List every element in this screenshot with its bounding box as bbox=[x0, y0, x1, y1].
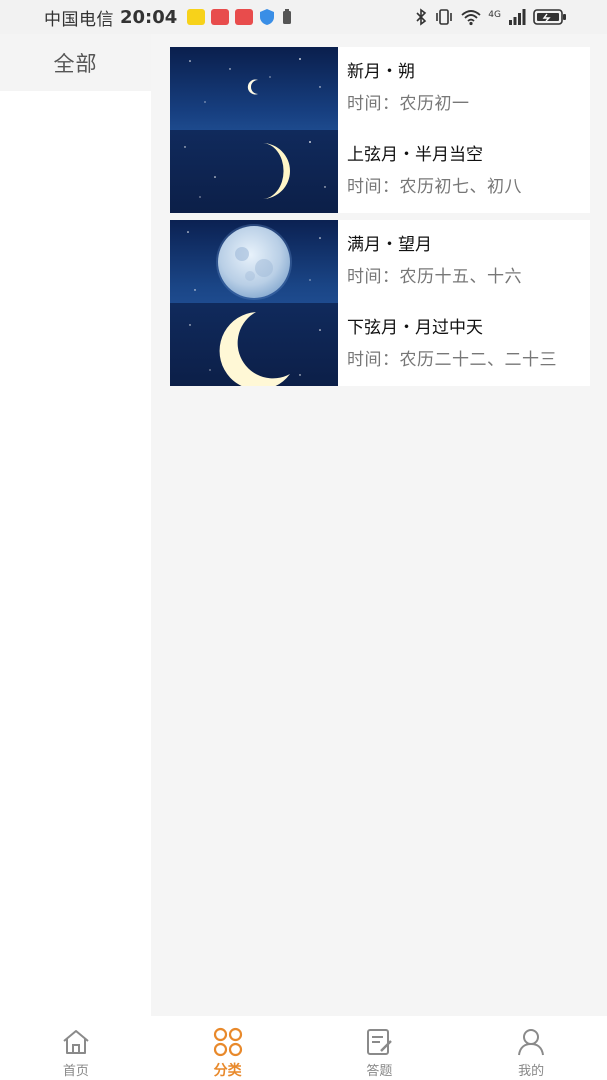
moon-phase-time: 时间：农历二十二、二十三 bbox=[347, 350, 557, 370]
clock: 20:04 bbox=[120, 6, 178, 28]
moon-phase-title: 新月・朔 bbox=[347, 62, 415, 82]
network-type-label: 4G bbox=[488, 10, 501, 20]
battery-saver-icon bbox=[283, 9, 292, 24]
wifi-icon bbox=[461, 10, 481, 26]
moon-phase-entry[interactable]: 新月・朔 时间：农历初一 bbox=[347, 47, 590, 130]
moon-phase-card[interactable]: 满月・望月 时间：农历十五、十六 下弦月・月过中天 时间：农历二十二、二十三 bbox=[170, 220, 590, 386]
status-bar-right: 4G bbox=[415, 8, 567, 26]
moon-phase-title: 上弦月・半月当空 bbox=[347, 145, 483, 165]
quiz-icon bbox=[367, 1029, 393, 1055]
moon-phase-time: 时间：农历初一 bbox=[347, 94, 470, 114]
tab-profile[interactable]: 我的 bbox=[455, 1016, 607, 1080]
bluetooth-icon bbox=[416, 8, 427, 26]
category-sidebar: 全部 bbox=[0, 34, 151, 1016]
moon-phase-image bbox=[170, 220, 338, 386]
carrier-label: 中国电信 bbox=[44, 9, 114, 30]
content-area: 新月・朔 时间：农历初一 上弦月・半月当空 时间：农历初七、初八 满月・望月 时… bbox=[151, 34, 607, 1016]
sidebar-item-label: 全部 bbox=[53, 51, 98, 76]
moon-phase-title: 下弦月・月过中天 bbox=[347, 318, 483, 338]
status-bar-left: 中国电信 20:04 bbox=[44, 5, 293, 30]
sidebar-item-all[interactable]: 全部 bbox=[0, 34, 151, 91]
moon-phase-time: 时间：农历初七、初八 bbox=[347, 177, 522, 197]
card-texts: 满月・望月 时间：农历十五、十六 下弦月・月过中天 时间：农历二十二、二十三 bbox=[338, 220, 590, 386]
tab-quiz[interactable]: 答题 bbox=[304, 1016, 456, 1080]
card-texts: 新月・朔 时间：农历初一 上弦月・半月当空 时间：农历初七、初八 bbox=[338, 47, 590, 213]
moon-phase-image bbox=[170, 47, 338, 213]
bottom-tab-bar: 首页 分类 答题 我的 bbox=[0, 1016, 607, 1080]
moon-phase-title: 满月・望月 bbox=[347, 235, 432, 255]
tab-home[interactable]: 首页 bbox=[0, 1016, 152, 1080]
notification-app-icon bbox=[211, 9, 230, 25]
category-icon bbox=[213, 1027, 242, 1057]
status-bar: 中国电信 20:04 4G bbox=[0, 0, 607, 34]
notification-app-icon bbox=[235, 9, 254, 25]
tab-quiz-label: 答题 bbox=[366, 1064, 393, 1079]
moon-phase-time: 时间：农历十五、十六 bbox=[347, 267, 522, 287]
home-icon bbox=[63, 1030, 89, 1054]
tab-home-label: 首页 bbox=[62, 1064, 89, 1079]
moon-phase-entry[interactable]: 上弦月・半月当空 时间：农历初七、初八 bbox=[347, 130, 590, 213]
vibrate-icon bbox=[436, 9, 453, 25]
tab-category[interactable]: 分类 bbox=[152, 1016, 304, 1080]
battery-icon bbox=[533, 9, 566, 25]
profile-icon bbox=[518, 1029, 545, 1056]
moon-phase-card[interactable]: 新月・朔 时间：农历初一 上弦月・半月当空 时间：农历初七、初八 bbox=[170, 47, 590, 213]
notification-app-icon bbox=[187, 9, 206, 25]
shield-icon bbox=[260, 9, 275, 25]
moon-phase-entry[interactable]: 满月・望月 时间：农历十五、十六 bbox=[347, 220, 590, 303]
tab-profile-label: 我的 bbox=[518, 1064, 545, 1079]
signal-icon bbox=[509, 9, 526, 25]
tab-category-label: 分类 bbox=[213, 1063, 242, 1079]
moon-phase-entry[interactable]: 下弦月・月过中天 时间：农历二十二、二十三 bbox=[347, 303, 590, 386]
